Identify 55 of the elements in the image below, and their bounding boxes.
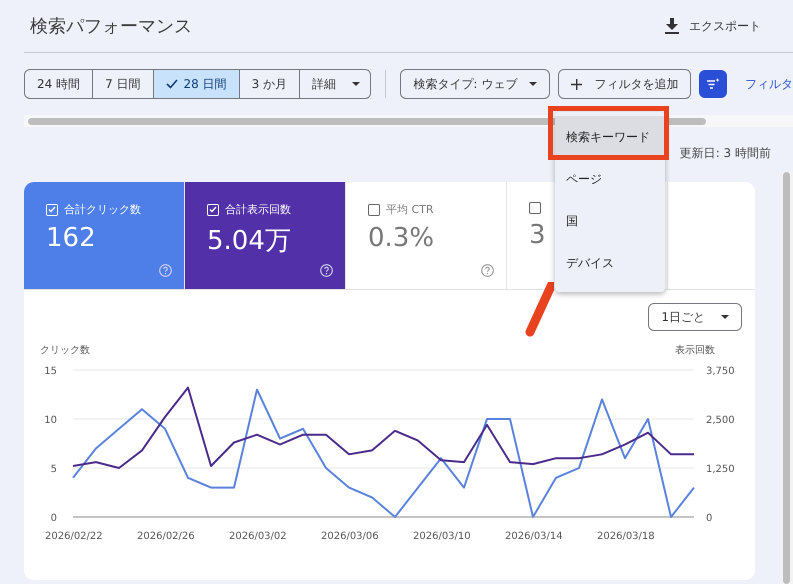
axis-title: 表示回数 [675,345,715,356]
filter-link[interactable]: フィルタ [744,76,793,92]
metric-value: 5.04万 [207,225,291,258]
axis-tick-label: 5 [50,464,57,475]
axis-tick-label: 10 [44,415,57,426]
filter-icon [706,78,720,90]
detail-dropdown[interactable]: 詳細 [300,70,370,98]
axis-title: クリック数 [40,345,90,356]
caret-icon [529,82,538,86]
caret-icon [721,315,729,319]
metric-value: 3 [529,220,546,250]
menu-item[interactable]: ページ [555,158,665,200]
page-title: 検索パフォーマンス [30,15,192,38]
menu-item[interactable]: 国 [555,200,665,242]
menu-item[interactable]: デバイス [555,242,665,284]
axis-tick-label: 15 [44,366,57,377]
help-icon[interactable] [481,264,494,277]
axis-tick-label: 2,500 [706,415,735,426]
caret-icon [352,82,360,86]
axis-tick-label: 0 [706,513,712,524]
last-updated-text: 更新日: 3 時間前 [680,145,771,162]
axis-tick-label: 2026/02/26 [137,531,195,542]
date-range-tab[interactable]: 24 時間 [25,70,94,98]
metric-label: 合計クリック数 [64,202,141,217]
metric-checkbox[interactable] [368,204,380,216]
menu-item[interactable]: 検索キーワード [555,116,665,158]
axis-tick-label: 0 [50,513,57,524]
metric-label: 平均 CTR [386,202,434,217]
filter-icon-button[interactable] [699,70,727,98]
date-range-tab[interactable]: 3 か月 [240,70,300,98]
metric-card[interactable]: 合計クリック数 162 [24,182,185,289]
add-filter-button[interactable]: フィルタを追加 [558,69,692,99]
date-range-tab[interactable]: 28 日間 [154,70,240,98]
metric-card[interactable]: 合計表示回数 5.04万 [185,182,346,289]
check-icon [166,79,178,89]
metric-value: 0.3% [368,223,434,253]
axis-tick-label: 2026/03/14 [505,531,563,542]
axis-tick-label: 2026/03/02 [229,531,287,542]
download-icon [665,18,679,34]
vertical-scrollbar[interactable] [783,172,790,584]
metric-checkbox[interactable] [529,202,541,214]
granularity-dropdown[interactable]: 1日ごと [648,303,742,331]
export-button[interactable]: エクスポート [661,14,765,38]
axis-tick-label: 2026/03/18 [597,531,655,542]
metric-label: 合計表示回数 [225,202,291,217]
axis-tick-label: 1,250 [706,464,735,475]
search-type-dropdown[interactable]: 検索タイプ: ウェブ [400,69,550,99]
help-icon[interactable] [159,264,172,277]
plus-icon [571,78,582,90]
axis-tick-label: 2026/02/22 [45,531,103,542]
help-icon[interactable] [320,264,333,277]
axis-tick-label: 2026/03/10 [413,531,471,542]
axis-tick-label: 3,750 [706,366,735,377]
axis-tick-label: 2026/03/06 [321,531,379,542]
metric-value: 162 [46,223,96,253]
